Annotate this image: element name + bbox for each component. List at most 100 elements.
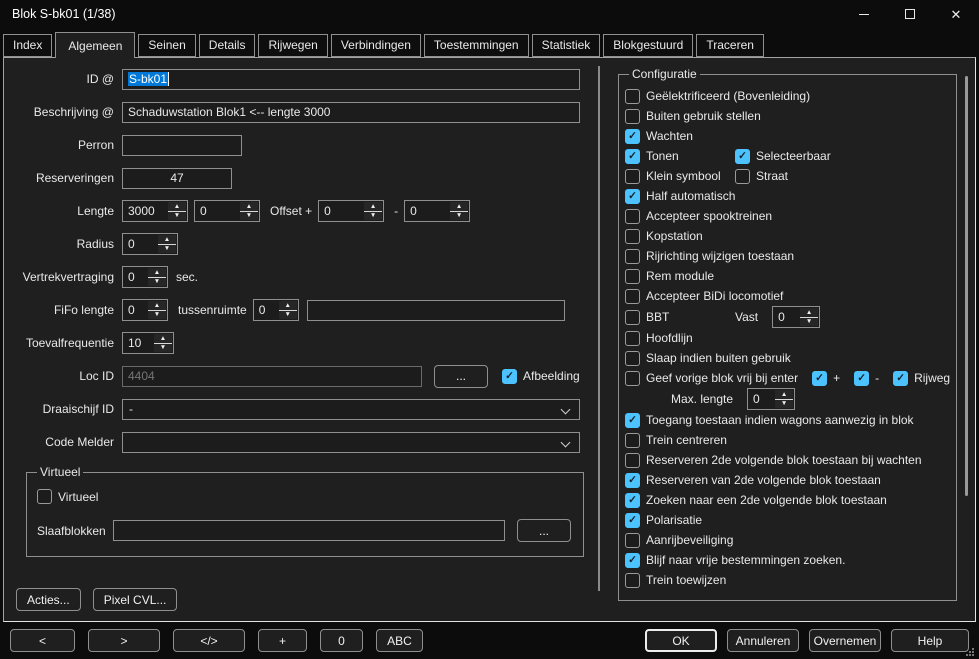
help-button[interactable]: Help <box>891 629 969 652</box>
tab-seinen[interactable]: Seinen <box>138 34 195 57</box>
spin-down-button[interactable]: ▼ <box>450 212 468 221</box>
checkbox-aanrijbeveiliging[interactable]: Aanrijbeveiliging <box>625 533 733 548</box>
tab-rijwegen[interactable]: Rijwegen <box>258 34 327 57</box>
nav-next-button[interactable]: > <box>88 629 160 652</box>
overnemen-button[interactable]: Overnemen <box>809 629 881 652</box>
spin-up-button[interactable]: ▲ <box>800 308 818 318</box>
lengte-spinner-2[interactable]: 0▲▼ <box>194 200 260 222</box>
spin-up-button[interactable]: ▲ <box>148 301 166 311</box>
tab-details[interactable]: Details <box>199 34 256 57</box>
tab-blokgestuurd[interactable]: Blokgestuurd <box>603 34 693 57</box>
checkbox-tonen[interactable]: ✓Tonen <box>625 149 721 164</box>
checkbox-rem-module[interactable]: Rem module <box>625 269 721 284</box>
vertrekvertraging-spinner[interactable]: 0▲▼ <box>122 266 168 288</box>
id-input[interactable]: S-bk01 <box>122 69 580 90</box>
checkbox-wachten[interactable]: ✓Wachten <box>625 129 721 144</box>
abc-button[interactable]: ABC <box>376 629 423 652</box>
spin-up-button[interactable]: ▲ <box>158 235 176 245</box>
lengte-spinner[interactable]: 3000▲▼ <box>122 200 188 222</box>
spin-down-button[interactable]: ▼ <box>148 311 166 320</box>
minimize-button[interactable] <box>841 0 887 28</box>
checkbox-item[interactable]: ✓- <box>854 371 879 386</box>
checkbox-selecteerbaar[interactable]: ✓Selecteerbaar <box>735 149 831 164</box>
pixel-cvl-button[interactable]: Pixel CVL... <box>93 588 178 611</box>
spin-down-button[interactable]: ▼ <box>158 245 176 254</box>
spin-up-button[interactable]: ▲ <box>168 202 186 212</box>
checkbox-klein-symbool[interactable]: Klein symbool <box>625 169 721 184</box>
spin-down-button[interactable]: ▼ <box>279 311 297 320</box>
checkbox-accepteer-bidi-locomotief[interactable]: Accepteer BiDi locomotief <box>625 289 783 304</box>
config-spinner[interactable]: 0▲▼ <box>772 306 820 328</box>
beschrijving-input[interactable]: Schaduwstation Blok1 <-- lengte 3000 <box>122 102 580 123</box>
offset-plus-spinner[interactable]: 0▲▼ <box>318 200 384 222</box>
spin-down-button[interactable]: ▼ <box>364 212 382 221</box>
checkbox-buiten-gebruik-stellen[interactable]: Buiten gebruik stellen <box>625 109 761 124</box>
checkbox-kopstation[interactable]: Kopstation <box>625 229 721 244</box>
spin-down-button[interactable]: ▼ <box>148 278 166 287</box>
virtueel-checkbox[interactable]: Virtueel <box>37 489 98 504</box>
afbeelding-checkbox[interactable]: ✓Afbeelding <box>502 369 580 384</box>
toevalfrequentie-spinner[interactable]: 10▲▼ <box>122 332 174 354</box>
spin-up-button[interactable]: ▲ <box>148 268 166 278</box>
resize-grip[interactable] <box>966 648 968 650</box>
code-melder-select[interactable] <box>122 432 580 453</box>
config-spinner[interactable]: 0▲▼ <box>747 388 795 410</box>
checkbox-hoofdlijn[interactable]: Hoofdlijn <box>625 331 721 346</box>
checkbox-accepteer-spooktreinen[interactable]: Accepteer spooktreinen <box>625 209 772 224</box>
tab-algemeen[interactable]: Algemeen <box>55 32 135 58</box>
fifo-lengte-spinner[interactable]: 0▲▼ <box>122 299 168 321</box>
checkbox-toegang-toestaan-indien-wagons-aanwezig-in-blok[interactable]: ✓Toegang toestaan indien wagons aanwezig… <box>625 413 914 428</box>
checkbox-ge-lektrificeerd-bovenleiding[interactable]: Geëlektrificeerd (Bovenleiding) <box>625 89 810 104</box>
checkbox-reserveren-van-2de-volgende-blok-toestaan[interactable]: ✓Reserveren van 2de volgende blok toesta… <box>625 473 881 488</box>
spin-up-button[interactable]: ▲ <box>775 390 793 400</box>
checkbox-straat[interactable]: Straat <box>735 169 788 184</box>
spin-down-button[interactable]: ▼ <box>240 212 258 221</box>
zero-button[interactable]: 0 <box>320 629 363 652</box>
draaischijf-id-select[interactable]: - <box>122 399 580 420</box>
tab-statistiek[interactable]: Statistiek <box>532 34 601 57</box>
checkbox-blijf-naar-vrije-bestemmingen-zoeken[interactable]: ✓Blijf naar vrije bestemmingen zoeken. <box>625 553 845 568</box>
code-button[interactable]: </> <box>173 629 245 652</box>
spin-down-button[interactable]: ▼ <box>800 318 818 327</box>
nav-prev-button[interactable]: < <box>10 629 75 652</box>
spin-up-button[interactable]: ▲ <box>240 202 258 212</box>
offset-min-spinner[interactable]: 0▲▼ <box>404 200 470 222</box>
checkbox-trein-toewijzen[interactable]: Trein toewijzen <box>625 573 726 588</box>
plus-button[interactable]: + <box>258 629 307 652</box>
checkbox-trein-centreren[interactable]: Trein centreren <box>625 433 727 448</box>
checkbox-geef-vorige-blok-vrij-bij-enter[interactable]: Geef vorige blok vrij bij enter <box>625 371 798 386</box>
spin-down-button[interactable]: ▼ <box>775 400 793 409</box>
checkbox-slaap-indien-buiten-gebruik[interactable]: Slaap indien buiten gebruik <box>625 351 791 366</box>
checkbox-reserveren-2de-volgende-blok-toestaan-bij-wachten[interactable]: Reserveren 2de volgende blok toestaan bi… <box>625 453 922 468</box>
checkbox-polarisatie[interactable]: ✓Polarisatie <box>625 513 721 528</box>
close-button[interactable]: ✕ <box>933 0 979 28</box>
spin-down-button[interactable]: ▼ <box>154 344 172 353</box>
ok-button[interactable]: OK <box>645 629 717 652</box>
fifo-text-input[interactable] <box>307 300 565 321</box>
checkbox-rijrichting-wijzigen-toestaan[interactable]: Rijrichting wijzigen toestaan <box>625 249 794 264</box>
radius-spinner[interactable]: 0▲▼ <box>122 233 178 255</box>
checkbox-item[interactable]: ✓+ <box>812 371 840 386</box>
tab-toestemmingen[interactable]: Toestemmingen <box>424 34 529 57</box>
vertical-scrollbar[interactable] <box>965 76 968 496</box>
spin-up-button[interactable]: ▲ <box>279 301 297 311</box>
checkbox-zoeken-naar-een-2de-volgende-blok-toestaan[interactable]: ✓Zoeken naar een 2de volgende blok toest… <box>625 493 887 508</box>
slaafblokken-input[interactable] <box>113 520 505 541</box>
slaafblokken-browse-button[interactable]: ... <box>517 519 571 542</box>
spin-up-button[interactable]: ▲ <box>364 202 382 212</box>
spin-down-button[interactable]: ▼ <box>168 212 186 221</box>
perron-input[interactable] <box>122 135 242 156</box>
checkbox-bbt[interactable]: BBT <box>625 310 721 325</box>
checkbox-half-automatisch[interactable]: ✓Half automatisch <box>625 189 735 204</box>
tab-index[interactable]: Index <box>3 34 52 57</box>
checkbox-rijweg[interactable]: ✓Rijweg <box>893 371 950 386</box>
tab-verbindingen[interactable]: Verbindingen <box>331 34 421 57</box>
spin-up-button[interactable]: ▲ <box>450 202 468 212</box>
acties-button[interactable]: Acties... <box>16 588 81 611</box>
tussenruimte-spinner[interactable]: 0▲▼ <box>253 299 299 321</box>
tab-traceren[interactable]: Traceren <box>696 34 764 57</box>
spin-up-button[interactable]: ▲ <box>154 334 172 344</box>
reserveringen-input[interactable]: 47 <box>122 168 232 189</box>
loc-id-browse-button[interactable]: ... <box>434 365 488 388</box>
maximize-button[interactable] <box>887 0 933 28</box>
